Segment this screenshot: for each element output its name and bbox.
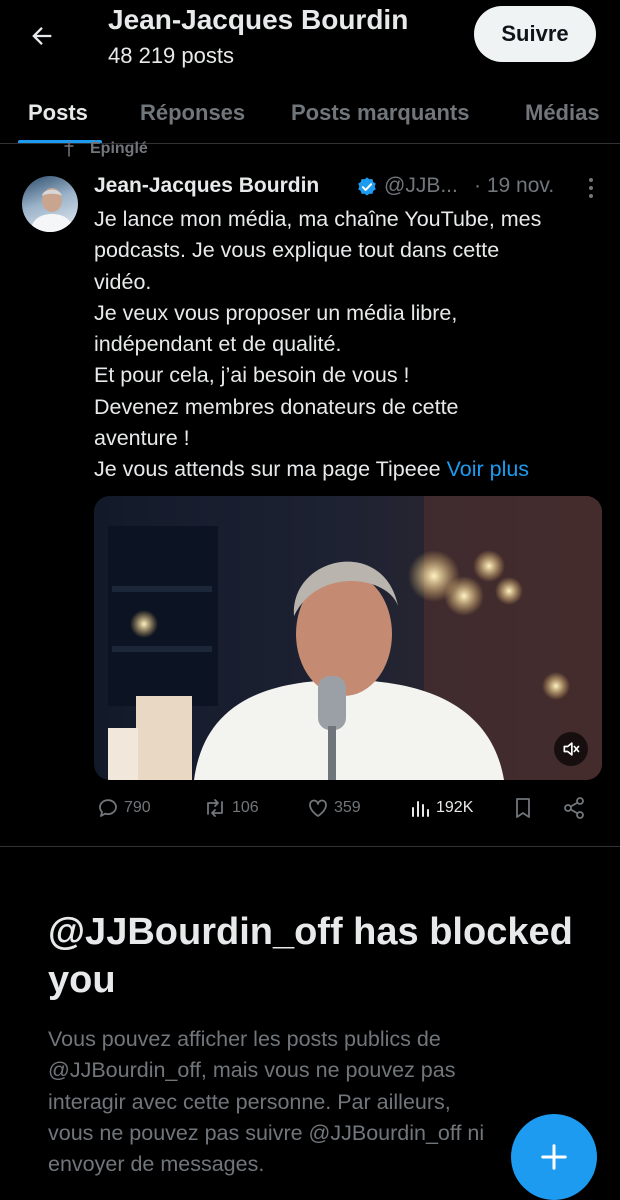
blocked-title: @JJBourdin_off has blocked you — [48, 911, 573, 1001]
like-count: 359 — [334, 799, 361, 816]
blocked-description-line: envoyer de messages. — [48, 1152, 265, 1177]
blocked-description-line: Vous pouvez afficher les posts publics d… — [48, 1027, 441, 1051]
tweet-text-line: indépendant et de qualité. — [94, 332, 342, 357]
tweet-text-line: Et pour cela, j’ai besoin de vous ! — [94, 363, 410, 388]
profile-name-title: Jean-Jacques Bourdin — [108, 4, 409, 35]
see-more-link[interactable]: Voir plus — [447, 457, 529, 481]
more-vertical-icon — [589, 178, 593, 198]
back-button[interactable] — [22, 16, 62, 56]
author-handle[interactable]: @JJB... — [384, 174, 458, 198]
views-chart-icon — [412, 801, 429, 817]
tweet-text-line: Je veux vous proposer un média libre, — [94, 300, 458, 325]
mute-button[interactable] — [554, 732, 588, 766]
tab-posts[interactable]: Posts — [28, 100, 88, 126]
share-icon — [564, 797, 584, 819]
pin-icon — [64, 141, 74, 157]
tweet-text-line: aventure ! — [94, 426, 190, 451]
volume-muted-icon — [563, 742, 580, 756]
tweet-text-line: Devenez membres donateurs de cette — [94, 394, 459, 419]
repost-icon — [207, 799, 223, 817]
author-avatar[interactable] — [22, 176, 78, 232]
bookmark-icon — [516, 798, 530, 818]
pinned-label: Épinglé — [90, 140, 148, 157]
blocked-description: Vous pouvez afficher les posts publics d… — [48, 1024, 518, 1180]
blocked-description-line: @JJBourdin_off, mais vous ne pouvez pas — [48, 1058, 456, 1083]
compose-button[interactable] — [511, 1114, 597, 1200]
author-name[interactable]: Jean-Jacques Bourdin — [94, 174, 319, 198]
views-button[interactable]: 192K — [408, 796, 473, 820]
profile-header: Jean-Jacques Bourdin 48 219 posts Suivre — [0, 0, 620, 88]
tweet-text: Je lance mon média, ma chaîne YouTube, m… — [94, 204, 610, 486]
tweet-text-line: vidéo. — [94, 269, 152, 294]
verified-badge-icon — [358, 177, 376, 196]
tab-media[interactable]: Médias — [525, 100, 600, 126]
tweet-video[interactable] — [94, 496, 602, 780]
tweet-date[interactable]: · 19 nov. — [474, 174, 554, 198]
tweet-text-line: Je vous attends sur ma page Tipeee — [94, 457, 441, 482]
comment-icon — [99, 799, 117, 817]
share-button[interactable] — [562, 796, 590, 820]
repost-button[interactable]: 106 — [202, 796, 259, 820]
repost-count: 106 — [232, 799, 259, 816]
reply-button[interactable]: 790 — [96, 796, 151, 820]
reply-count: 790 — [124, 799, 151, 816]
tweet-text-line: podcasts. Je vous explique tout dans cet… — [94, 238, 500, 263]
blocked-description-line: vous ne pouvez pas suivre @JJBourdin_off… — [48, 1120, 485, 1145]
plus-icon — [541, 1144, 567, 1170]
tweet-text-line: Je lance mon média, ma chaîne YouTube, m… — [94, 207, 542, 231]
tweet-text-last-line: Je vous attends sur ma page Tipeee Voir … — [94, 454, 610, 485]
tab-replies[interactable]: Réponses — [140, 100, 245, 126]
arrow-left-icon — [32, 27, 52, 45]
pinned-indicator: Épinglé — [60, 140, 148, 158]
tweet-more-button[interactable] — [579, 174, 603, 202]
posts-count: 48 219 posts — [108, 43, 234, 68]
blocked-description-line: interagir avec cette personne. Par aille… — [48, 1089, 451, 1114]
tweet-action-bar: 790 106 359 192K — [94, 796, 594, 826]
bookmark-button[interactable] — [512, 796, 538, 820]
views-count: 192K — [436, 799, 474, 816]
tab-highlights[interactable]: Posts marquants — [291, 100, 470, 126]
section-divider — [0, 846, 620, 847]
profile-tabs: Posts Réponses Posts marquants Médias — [0, 88, 620, 144]
tweet-header: Jean-Jacques Bourdin @JJB... · 19 nov. — [94, 174, 604, 204]
video-thumbnail — [94, 496, 602, 780]
follow-button[interactable]: Suivre — [474, 6, 596, 62]
like-button[interactable]: 359 — [306, 796, 361, 820]
heart-icon — [309, 799, 327, 817]
